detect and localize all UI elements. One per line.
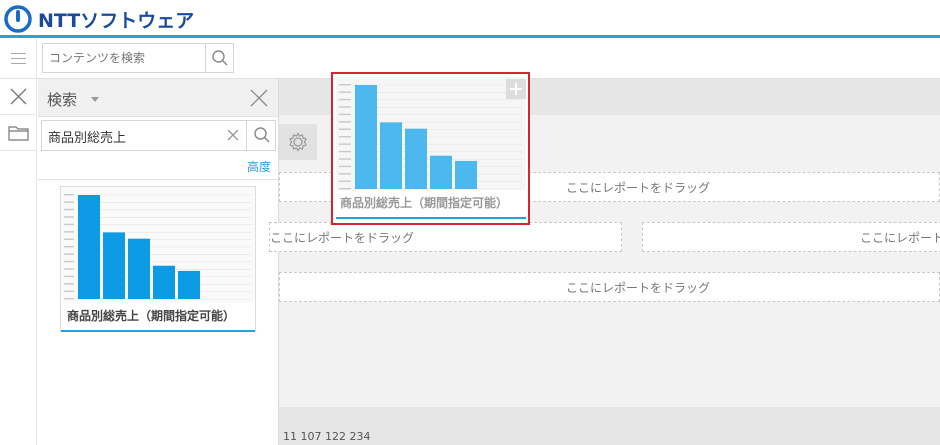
search-icon — [212, 50, 228, 66]
chart-bar — [455, 160, 477, 189]
search-panel-header: 検索 — [38, 79, 278, 117]
chart-tick-label — [64, 290, 74, 292]
report-result-card[interactable]: 商品別総売上（期間指定可能） — [60, 186, 256, 332]
dropzone-row-2-right[interactable]: ここにレポートをドラッグ — [642, 222, 940, 252]
dropzone-label: ここにレポートをドラッグ — [860, 231, 940, 245]
search-button[interactable] — [205, 44, 234, 72]
advanced-search-link[interactable]: 高度 — [247, 158, 271, 175]
card-underline — [61, 330, 255, 332]
chart-tick-label — [339, 143, 351, 145]
panel-search-field[interactable]: 商品別総売上 — [41, 120, 276, 151]
chart-tick-label — [339, 128, 351, 130]
status-bar: 11 107 122 234 — [279, 407, 940, 445]
chart-tick-label — [64, 201, 74, 203]
chart-tick-label — [64, 253, 74, 255]
left-rail — [0, 79, 37, 445]
dragged-report-card[interactable]: 商品別総売上（期間指定可能） — [331, 72, 530, 225]
chart-tick-label — [64, 275, 74, 278]
chart-tick-label — [339, 91, 351, 93]
app-header: NTTソフトウェア — [0, 0, 940, 38]
chart-tick-label — [339, 98, 351, 101]
status-text: 11 107 122 234 — [283, 430, 371, 443]
dropzone-label: ここにレポートをドラッグ — [566, 181, 711, 195]
dropzone-label: ここにレポートをドラッグ — [566, 281, 711, 295]
plus-icon[interactable] — [506, 79, 526, 99]
chart-tick-label — [64, 268, 74, 270]
search-icon — [254, 127, 270, 143]
chart-tick-label — [64, 194, 74, 196]
chart-tick-label — [339, 136, 351, 138]
bar-chart-thumbnail — [336, 77, 526, 190]
divider — [38, 179, 278, 180]
dragged-report-title: 商品別総売上（期間指定可能） — [340, 196, 509, 210]
search-panel-title: 検索 — [47, 91, 78, 109]
chart-tick-label — [64, 246, 74, 248]
chart-tick-label — [64, 231, 74, 233]
bar-chart-thumbnail — [61, 187, 255, 303]
chart-bar — [153, 265, 175, 299]
chart-tick-label — [339, 158, 351, 160]
chart-tick-label — [64, 298, 74, 300]
card-underline — [336, 217, 526, 219]
chart-bar — [78, 195, 100, 299]
logo-text: NTTソフトウェア — [38, 10, 195, 32]
chart-tick-label — [339, 113, 351, 116]
chart-tick-label — [339, 150, 351, 153]
chart-tick-label — [339, 188, 351, 190]
panel-search-button[interactable] — [246, 121, 276, 150]
chart-tick-label — [339, 173, 351, 175]
chart-tick-label — [64, 260, 74, 263]
panel-search-query[interactable]: 商品別総売上 — [48, 127, 126, 146]
chart-bar — [128, 238, 150, 299]
chart-bar — [380, 122, 402, 189]
chevron-down-icon[interactable] — [91, 97, 99, 102]
close-icon — [10, 88, 27, 105]
chart-tick-label — [64, 238, 74, 240]
rail-close-button[interactable] — [0, 79, 37, 115]
chart-tick-label — [339, 121, 351, 123]
clear-icon[interactable] — [226, 128, 240, 142]
chart-tick-label — [64, 223, 74, 226]
chart-tick-label — [64, 208, 74, 211]
ntt-logo-icon — [4, 5, 32, 33]
chart-tick-label — [64, 283, 74, 285]
chart-bar — [405, 128, 427, 189]
rail-folder-button[interactable] — [0, 115, 37, 151]
search-panel: 検索 商品別総売上 高度 商品別総売上（期間指定可能） — [38, 79, 279, 445]
chart-tick-label — [64, 216, 74, 218]
content-search-input[interactable] — [43, 44, 215, 72]
chart-bar — [103, 232, 125, 299]
close-icon[interactable] — [250, 89, 268, 107]
chart-bar — [178, 270, 200, 299]
dropzone-label: ここにレポートをドラッグ — [270, 231, 415, 245]
content-search-box — [42, 43, 234, 73]
gear-icon — [289, 132, 307, 152]
chart-bar — [430, 155, 452, 189]
dropzone-row-2-left[interactable]: ここにレポートをドラッグ — [269, 222, 622, 252]
chart-tick-label — [339, 84, 351, 86]
chart-tick-label — [339, 165, 351, 168]
folder-icon — [8, 126, 29, 141]
chart-tick-label — [339, 180, 351, 182]
hamburger-icon[interactable] — [0, 38, 37, 78]
chart-tick-label — [339, 106, 351, 108]
settings-button[interactable] — [279, 124, 317, 160]
report-result-title: 商品別総売上（期間指定可能） — [67, 309, 236, 323]
dropzone-row-3[interactable]: ここにレポートをドラッグ — [279, 272, 940, 302]
chart-bar — [355, 85, 377, 189]
